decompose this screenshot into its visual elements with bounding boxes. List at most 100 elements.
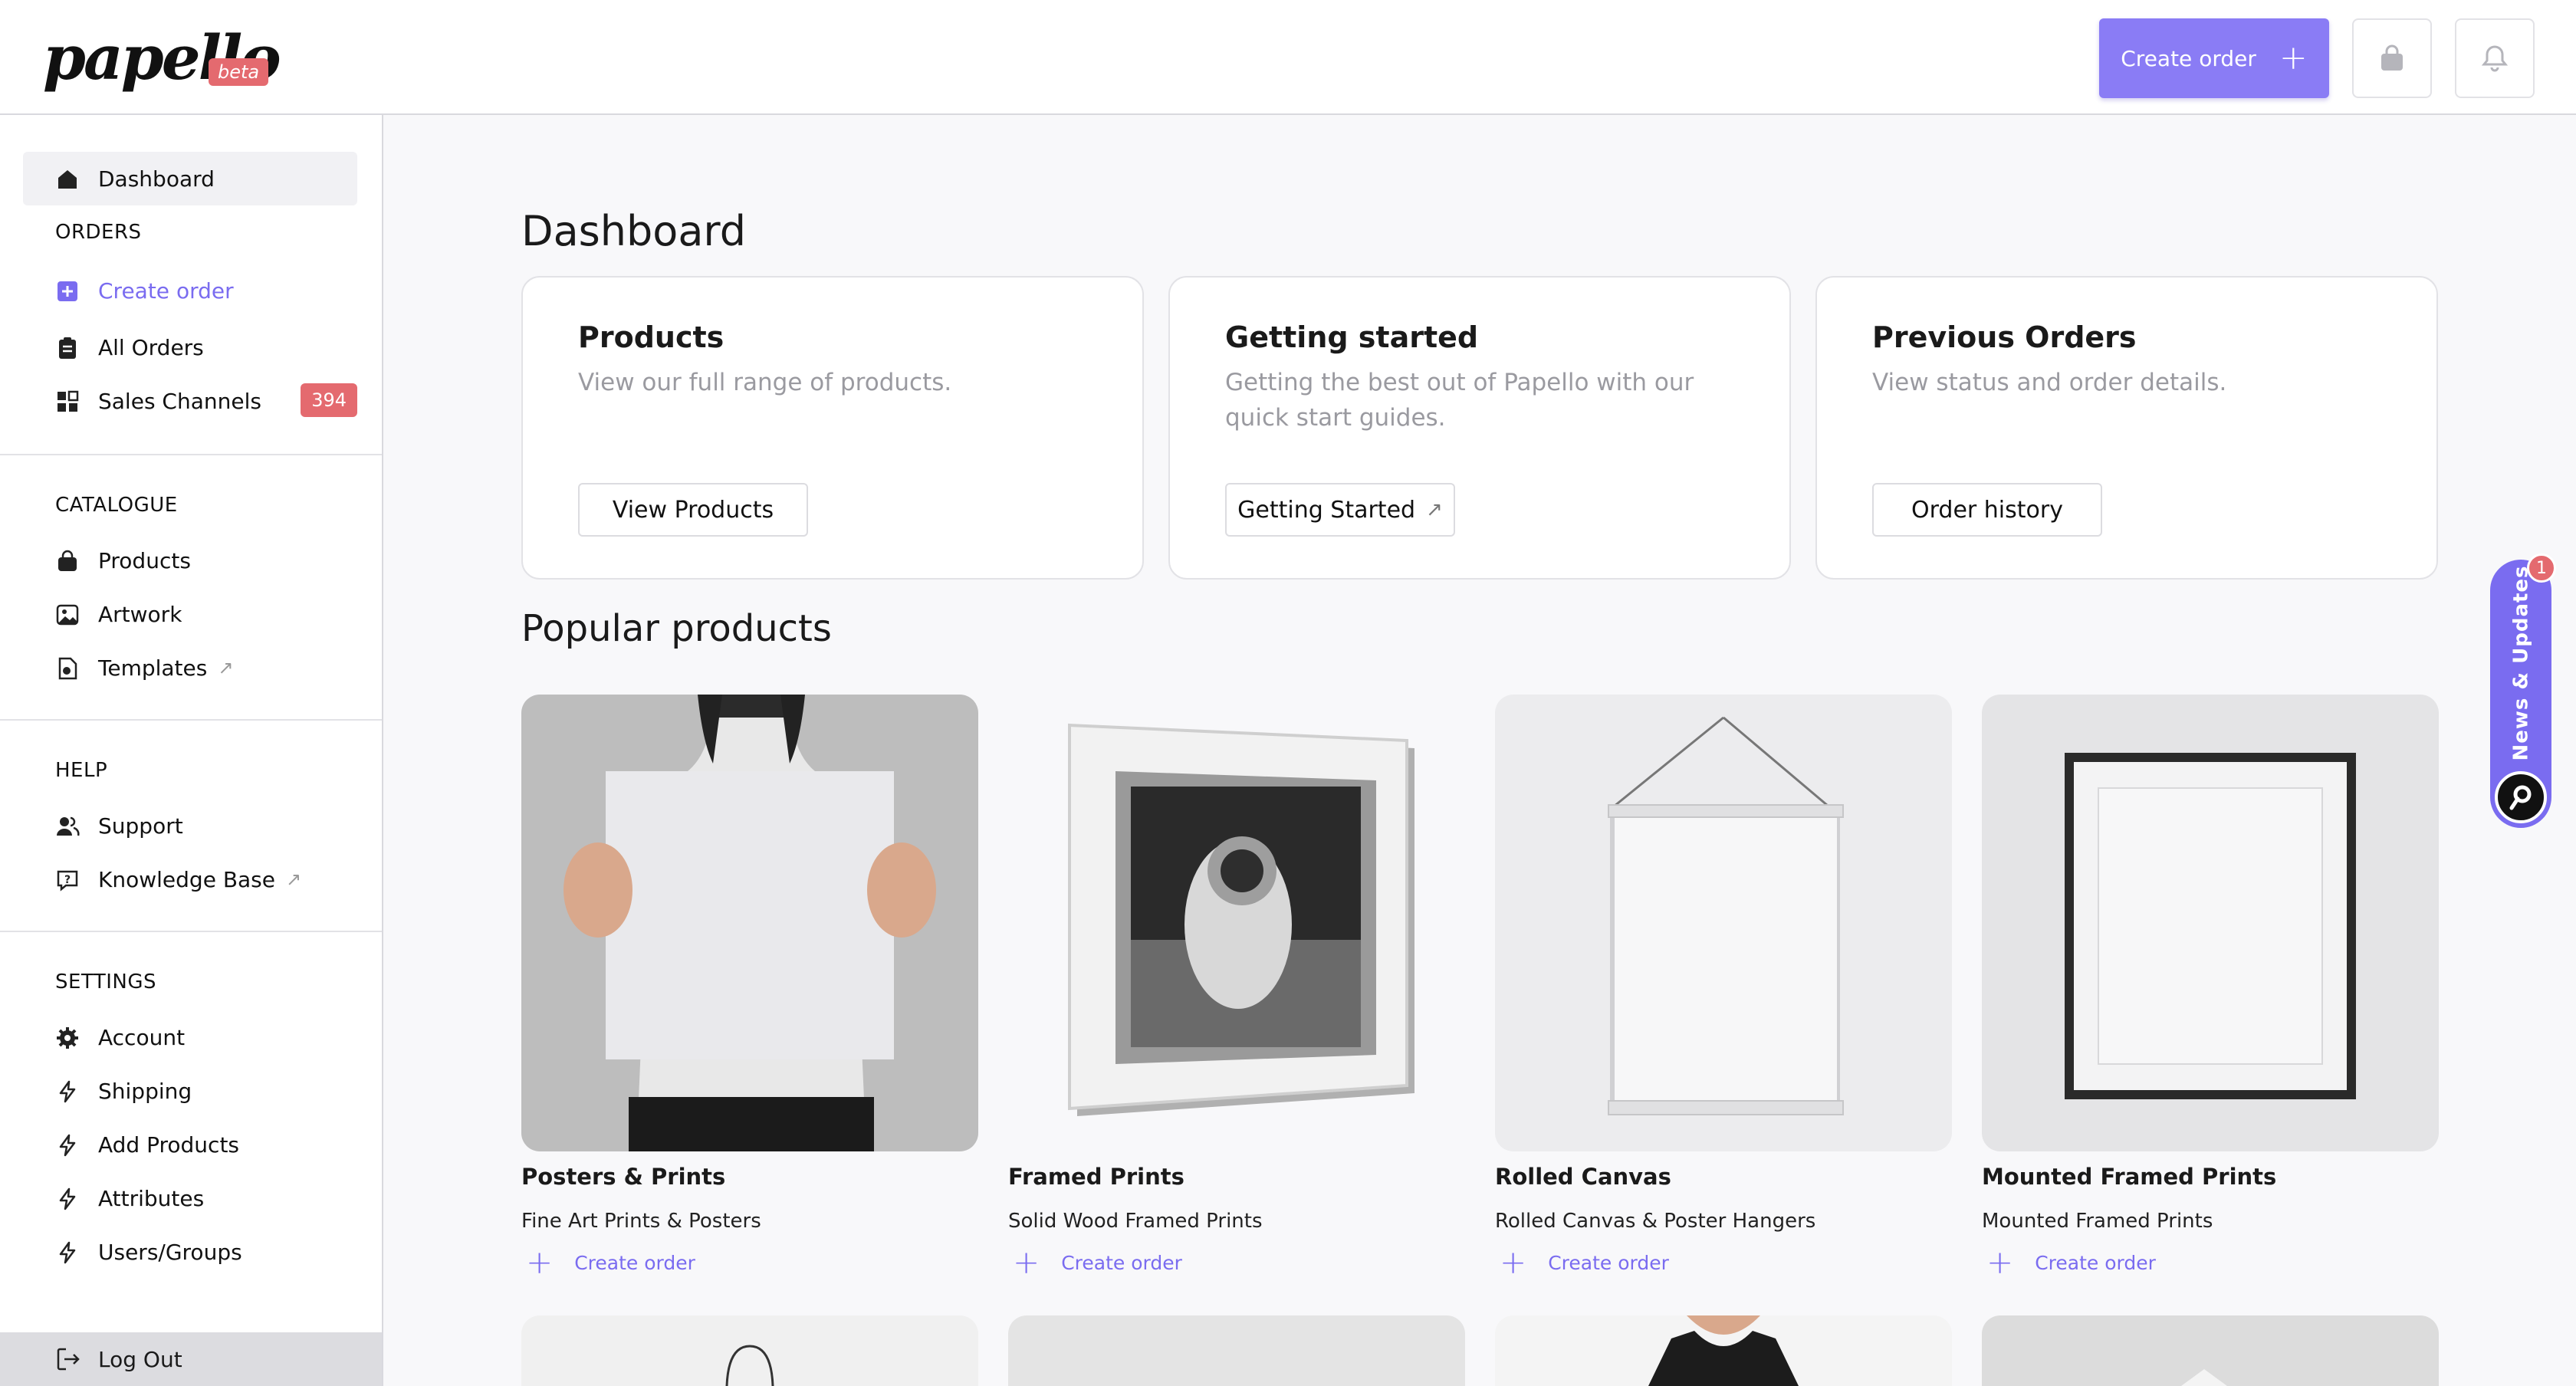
getting-started-button[interactable]: Getting Started ↗ <box>1225 483 1455 537</box>
help-heading: HELP <box>55 759 108 782</box>
help-bubble-icon: ? <box>57 870 78 892</box>
news-updates-label-wrap: News & Updates <box>2495 560 2548 767</box>
product-card-posters: Posters & Prints Fine Art Prints & Poste… <box>521 695 978 1279</box>
external-link-icon: ↗ <box>218 657 234 678</box>
sidebar-item-label: Knowledge Base <box>98 866 275 892</box>
logout-icon <box>57 1348 80 1371</box>
sidebar-item-create-order[interactable]: Create order <box>23 264 357 317</box>
product-image[interactable] <box>1982 695 2439 1151</box>
sidebar-item-label: Add Products <box>98 1131 240 1158</box>
sidebar-item-label: Dashboard <box>98 166 215 192</box>
external-link-icon: ↗ <box>1426 498 1443 521</box>
create-order-link[interactable]: + Create order <box>521 1243 695 1282</box>
image-icon <box>56 604 79 626</box>
create-order-link-label: Create order <box>2035 1251 2156 1274</box>
news-avatar-icon <box>2495 771 2547 823</box>
product-card-rolled-canvas: Rolled Canvas Rolled Canvas & Poster Han… <box>1495 695 1952 1279</box>
products-card: Products View our full range of products… <box>521 276 1144 580</box>
sidebar-item-label: All Orders <box>98 334 204 360</box>
sidebar-item-account[interactable]: Account <box>23 1010 357 1064</box>
create-order-link-label: Create order <box>574 1251 695 1274</box>
grid-icon <box>58 390 79 412</box>
sidebar-item-all-orders[interactable]: All Orders <box>23 320 357 374</box>
previous-orders-card: Previous Orders View status and order de… <box>1815 276 2438 580</box>
news-updates-tab[interactable]: News & Updates 1 <box>2490 553 2556 828</box>
users-icon <box>57 816 80 836</box>
log-out-label: Log Out <box>98 1346 182 1372</box>
sidebar-item-label: Sales Channels <box>98 388 261 414</box>
cart-button[interactable] <box>2352 18 2432 98</box>
create-order-link-label: Create order <box>1548 1251 1669 1274</box>
sidebar-divider <box>0 454 382 455</box>
bolt-icon <box>59 1134 76 1157</box>
create-order-link[interactable]: + Create order <box>1008 1243 1182 1282</box>
card-title: Getting started <box>1225 320 1479 354</box>
card-title: Products <box>578 320 724 354</box>
product-description: Fine Art Prints & Posters <box>521 1210 761 1233</box>
product-description: Solid Wood Framed Prints <box>1008 1210 1263 1233</box>
gear-icon <box>57 1027 78 1049</box>
product-image[interactable] <box>1495 695 1952 1151</box>
create-order-link[interactable]: + Create order <box>1982 1243 2156 1282</box>
settings-heading: SETTINGS <box>55 971 157 994</box>
product-image[interactable] <box>1008 1315 1465 1386</box>
sidebar-item-knowledge-base[interactable]: ? Knowledge Base ↗ <box>23 852 357 906</box>
product-description: Mounted Framed Prints <box>1982 1210 2213 1233</box>
order-history-button[interactable]: Order history <box>1872 483 2102 537</box>
template-icon <box>58 657 77 680</box>
sidebar-item-shipping[interactable]: Shipping <box>23 1064 357 1118</box>
sidebar-item-sales-channels[interactable]: Sales Channels 394 <box>23 374 357 428</box>
product-card-mounted-framed: Mounted Framed Prints Mounted Framed Pri… <box>1982 695 2439 1279</box>
create-order-button[interactable]: Create order + <box>2099 18 2329 98</box>
plus-icon: + <box>1986 1243 2014 1281</box>
getting-started-card: Getting started Getting the best out of … <box>1168 276 1791 580</box>
sidebar-divider <box>0 719 382 721</box>
sidebar-item-label: Templates <box>98 655 208 681</box>
sidebar-item-attributes[interactable]: Attributes <box>23 1171 357 1225</box>
sidebar-item-label: Users/Groups <box>98 1239 242 1265</box>
log-out-button[interactable]: Log Out <box>0 1332 382 1386</box>
news-updates-label: News & Updates <box>2510 565 2533 761</box>
beta-badge: beta <box>209 58 269 86</box>
bolt-icon <box>59 1241 76 1264</box>
plus-icon: + <box>526 1243 554 1281</box>
plus-icon: + <box>1500 1243 1527 1281</box>
sidebar-item-users-groups[interactable]: Users/Groups <box>23 1225 357 1279</box>
page-title: Dashboard <box>521 207 746 255</box>
bag-icon <box>58 550 77 571</box>
product-image[interactable] <box>1495 1315 1952 1386</box>
button-label: Order history <box>1911 496 2063 524</box>
sidebar-item-support[interactable]: Support <box>23 799 357 852</box>
sidebar-item-label: Products <box>98 547 191 573</box>
product-name: Framed Prints <box>1008 1164 1184 1190</box>
papello-logo[interactable]: papello beta <box>43 21 281 98</box>
product-image[interactable] <box>521 1315 978 1386</box>
product-image[interactable] <box>1008 695 1465 1151</box>
popular-products-title: Popular products <box>521 607 832 650</box>
home-icon <box>58 170 77 189</box>
sidebar-item-label: Create order <box>98 278 234 304</box>
product-image[interactable] <box>1982 1315 2439 1386</box>
product-name: Mounted Framed Prints <box>1982 1164 2277 1190</box>
create-order-link[interactable]: + Create order <box>1495 1243 1669 1282</box>
plus-square-icon <box>58 281 77 301</box>
create-order-link-label: Create order <box>1061 1251 1182 1274</box>
product-name: Posters & Prints <box>521 1164 726 1190</box>
sidebar: Dashboard ORDERS Create order All Orders… <box>0 115 383 1386</box>
product-card-framed-prints: Framed Prints Solid Wood Framed Prints +… <box>1008 695 1465 1279</box>
sidebar-item-artwork[interactable]: Artwork <box>23 587 357 641</box>
product-image[interactable] <box>521 695 978 1151</box>
catalogue-heading: CATALOGUE <box>55 494 178 517</box>
button-label: Getting Started <box>1237 496 1416 524</box>
card-description: View our full range of products. <box>578 369 952 396</box>
sidebar-item-products[interactable]: Products <box>23 534 357 587</box>
sidebar-item-label: Artwork <box>98 601 182 627</box>
news-count-badge: 1 <box>2527 553 2556 583</box>
card-title: Previous Orders <box>1872 320 2137 354</box>
view-products-button[interactable]: View Products <box>578 483 808 537</box>
sidebar-item-dashboard[interactable]: Dashboard <box>23 152 357 205</box>
button-label: View Products <box>612 496 774 524</box>
notifications-button[interactable] <box>2455 18 2535 98</box>
sidebar-item-add-products[interactable]: Add Products <box>23 1118 357 1171</box>
sidebar-item-templates[interactable]: Templates ↗ <box>23 641 357 695</box>
